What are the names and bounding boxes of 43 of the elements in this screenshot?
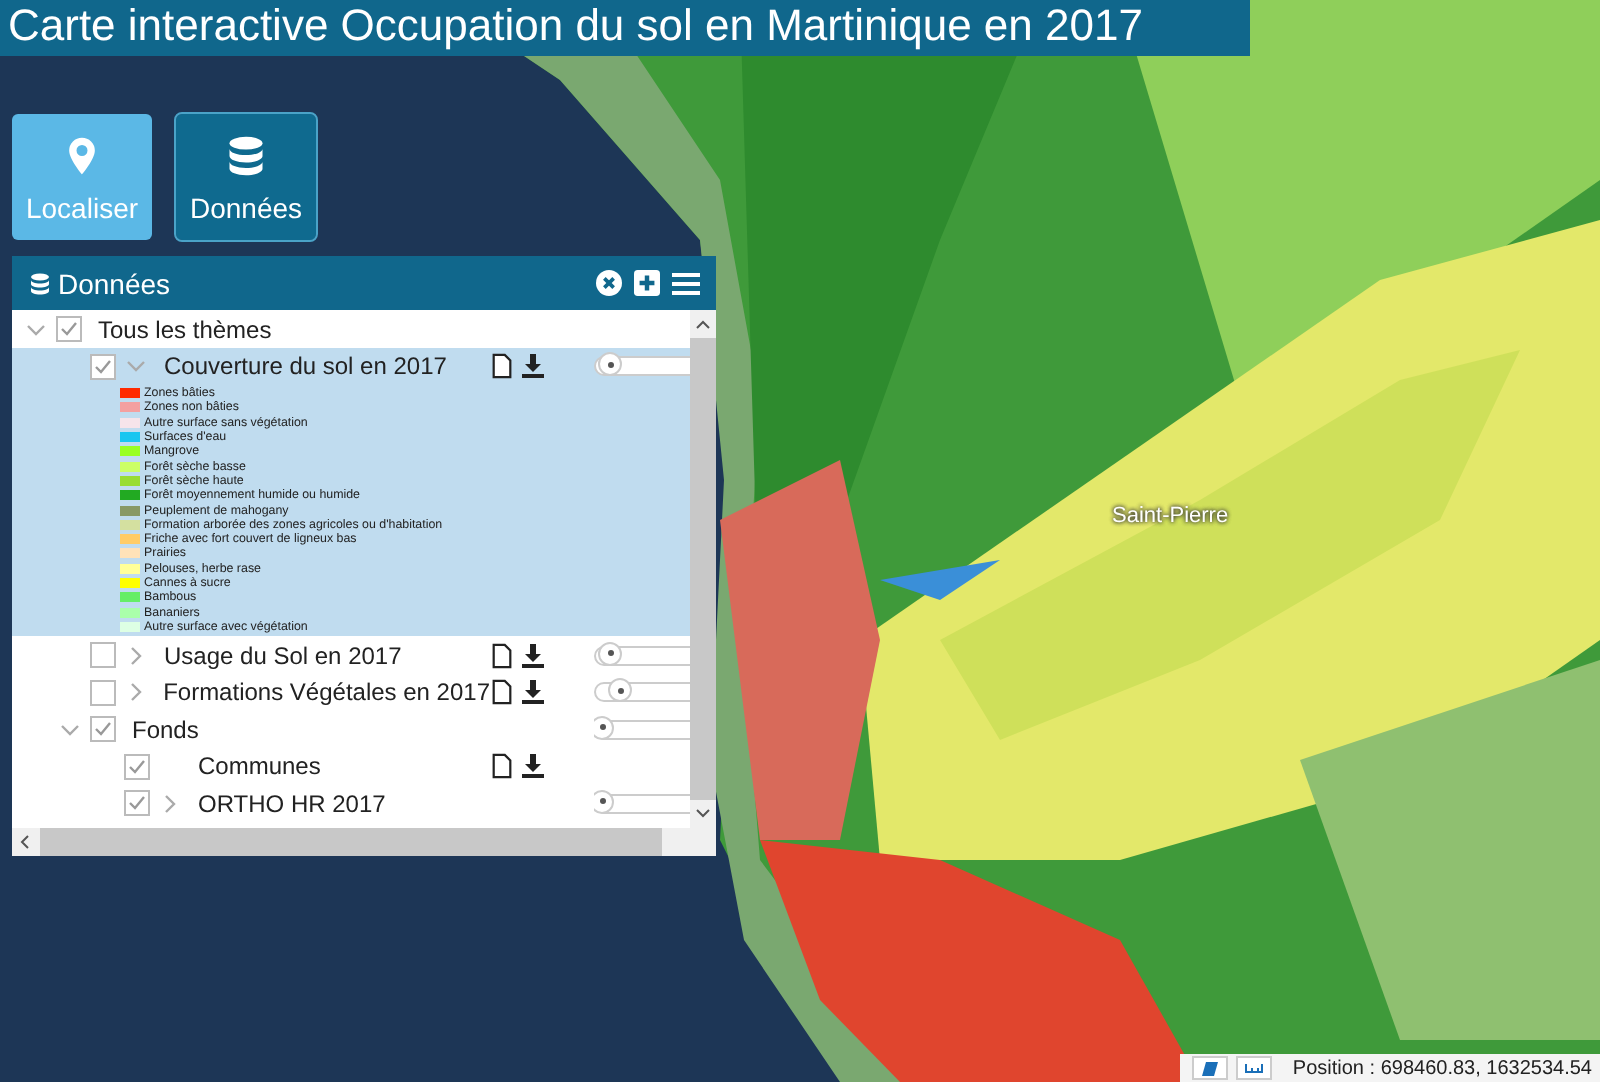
- close-button[interactable]: [596, 270, 622, 296]
- position-readout: Position : 698460.83, 1632534.54: [1292, 1057, 1592, 1079]
- measure-button[interactable]: [1236, 1056, 1273, 1080]
- opacity-slider[interactable]: [594, 682, 690, 703]
- add-button[interactable]: [634, 270, 660, 296]
- layer-row[interactable]: Communes: [12, 747, 690, 785]
- slider-thumb[interactable]: [598, 352, 623, 376]
- database-icon: [28, 269, 52, 297]
- tool-button[interactable]: Données: [176, 114, 316, 240]
- opacity-slider[interactable]: [594, 356, 690, 376]
- page-title: Carte interactive Occupation du sol en Martinique en 2017: [0, 0, 1250, 56]
- opacity-slider[interactable]: [594, 719, 690, 740]
- place-label: Saint-Pierre: [1112, 504, 1229, 528]
- scrollbar[interactable]: [690, 310, 716, 828]
- database-icon: [224, 131, 268, 179]
- slider-thumb[interactable]: [598, 641, 623, 666]
- slider-thumb[interactable]: [594, 715, 614, 740]
- ruler-icon: [1244, 1062, 1265, 1074]
- layer-row[interactable]: Couverture du sol en 2017: [12, 347, 690, 384]
- layer-label: Usage du Sol en 2017: [164, 641, 402, 670]
- slider-thumb[interactable]: [594, 789, 614, 814]
- layer-label: ORTHO HR 2017: [198, 789, 386, 818]
- layer-label: Fonds: [132, 715, 199, 744]
- layer-label: Communes: [198, 752, 321, 781]
- layer-label: Tous les thèmes: [98, 315, 272, 343]
- opacity-slider[interactable]: [594, 645, 690, 666]
- layer-label: Formations Végétales en 2017: [163, 678, 490, 707]
- checkbox[interactable]: [124, 790, 150, 817]
- checkbox[interactable]: [90, 642, 116, 669]
- panel-title: Données: [58, 267, 173, 299]
- opacity-slider[interactable]: [594, 793, 690, 814]
- menu-button[interactable]: [672, 271, 700, 295]
- layer-row[interactable]: Tous les thèmes: [12, 310, 690, 347]
- checkbox[interactable]: [90, 353, 116, 379]
- draw-button[interactable]: [1192, 1056, 1229, 1080]
- layer-label: Couverture du sol en 2017: [164, 352, 447, 380]
- slider-thumb[interactable]: [608, 678, 632, 703]
- checkbox[interactable]: [89, 679, 116, 706]
- checkbox[interactable]: [90, 716, 116, 743]
- checkbox[interactable]: [124, 753, 150, 780]
- pen-icon: [1200, 1059, 1221, 1077]
- checkbox[interactable]: [56, 316, 82, 342]
- scrollbar[interactable]: [12, 828, 716, 856]
